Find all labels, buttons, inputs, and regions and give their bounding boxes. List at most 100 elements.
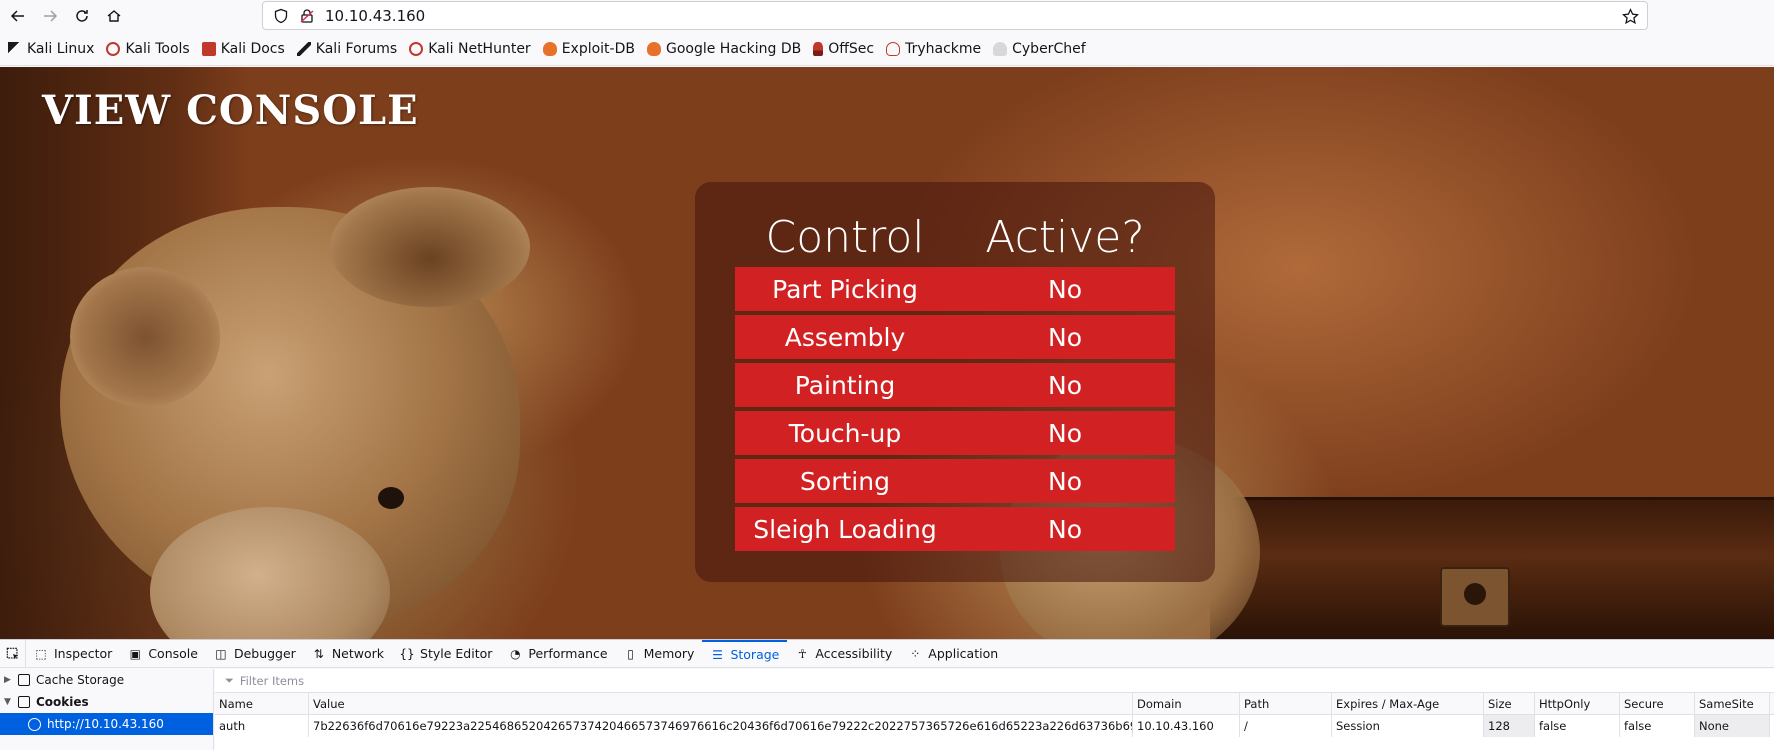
cookie-table-panel: ⏷ Filter Items Name Value Domain Path Ex… — [215, 669, 1774, 750]
table-row[interactable]: auth 7b22636f6d70616e79223a2254686520426… — [215, 715, 1774, 737]
bookmark-label: CyberChef — [1012, 40, 1086, 57]
tab-inspector[interactable]: ⬚ Inspector — [26, 640, 120, 668]
teddy-bear-eye — [378, 487, 404, 509]
url-bar[interactable]: 10.10.43.160 — [262, 1, 1648, 30]
control-name: Sleigh Loading — [753, 514, 937, 544]
control-table: Control Active? Part Picking No Assembly… — [735, 207, 1175, 555]
bookmark-label: Kali Docs — [220, 40, 285, 57]
element-picker-icon — [6, 647, 18, 659]
cookie-value[interactable]: 7b22636f6d70616e79223a225468652042657374… — [309, 715, 1133, 737]
bookmark-cyberchef[interactable]: CyberChef — [993, 41, 1086, 57]
bookmark-label: Kali Tools — [125, 40, 190, 57]
cookie-httponly[interactable]: false — [1535, 715, 1620, 737]
performance-icon: ◔ — [510, 646, 521, 661]
forward-button[interactable] — [36, 2, 64, 30]
cookie-path[interactable]: / — [1240, 715, 1332, 737]
page-content: VIEW CONSOLE Control Active? Part Pickin… — [0, 67, 1774, 639]
sidebar-item-cookie-host[interactable]: http://10.10.43.160 — [0, 713, 213, 735]
tab-label: Storage — [730, 647, 780, 662]
column-header-size[interactable]: Size — [1484, 692, 1535, 715]
bookmark-tryhackme[interactable]: Tryhackme — [886, 41, 981, 57]
tab-network[interactable]: ⇅ Network — [304, 640, 392, 668]
exploit-db-icon — [542, 41, 557, 56]
cookie-name[interactable]: auth — [215, 715, 309, 737]
bookmark-label: Exploit-DB — [561, 40, 635, 57]
cookie-samesite[interactable]: None — [1695, 715, 1770, 737]
chevron-right-icon[interactable]: ▶ — [4, 675, 14, 685]
tab-performance[interactable]: ◔ Performance — [500, 640, 615, 668]
control-status: No — [1048, 514, 1082, 544]
tab-label: Accessibility — [815, 646, 893, 661]
cookie-secure[interactable]: false — [1620, 715, 1695, 737]
bookmarks-bar: Kali Linux Kali Tools Kali Docs Kali For… — [0, 32, 1774, 66]
tab-label: Style Editor — [420, 646, 493, 661]
column-header-control: Control — [765, 212, 925, 263]
column-header-secure[interactable]: Secure — [1620, 692, 1695, 715]
column-header-httponly[interactable]: HttpOnly — [1535, 692, 1620, 715]
bookmark-kali-forums[interactable]: Kali Forums — [296, 40, 398, 57]
bookmark-star-icon[interactable] — [1622, 8, 1639, 25]
bookmark-kali-linux[interactable]: Kali Linux — [8, 41, 94, 57]
suitcase-lock — [1440, 567, 1510, 627]
kali-docs-icon — [201, 41, 216, 56]
sidebar-item-cache-storage[interactable]: ▶ Cache Storage — [0, 669, 213, 691]
cookie-domain[interactable]: 10.10.43.160 — [1133, 715, 1240, 737]
tab-storage[interactable]: ☰ Storage — [702, 639, 788, 668]
control-name: Painting — [794, 370, 896, 400]
control-name: Assembly — [784, 322, 906, 352]
reload-button[interactable] — [68, 2, 96, 30]
teddy-bear-ear — [330, 187, 530, 307]
memory-icon: ▯ — [627, 646, 634, 661]
bookmark-kali-nethunter[interactable]: Kali NetHunter — [409, 41, 531, 57]
sidebar-item-label: Cache Storage — [36, 673, 125, 687]
cookie-table: Name Value Domain Path Expires / Max-Age… — [215, 692, 1774, 737]
storage-icon: ☰ — [712, 647, 723, 662]
tab-style-editor[interactable]: {} Style Editor — [392, 640, 500, 668]
arrow-left-icon — [10, 10, 24, 22]
chevron-down-icon[interactable]: ▼ — [4, 697, 14, 707]
bookmark-label: Kali Forums — [315, 40, 398, 57]
column-header-value[interactable]: Value — [309, 692, 1133, 715]
kali-dragon-icon — [8, 41, 22, 56]
element-picker-button[interactable] — [0, 639, 26, 668]
column-header-name[interactable]: Name — [215, 692, 309, 715]
table-row: Sorting No — [735, 459, 1175, 503]
bookmark-kali-tools[interactable]: Kali Tools — [106, 40, 190, 57]
cookie-expires[interactable]: Session — [1332, 715, 1484, 737]
tab-application[interactable]: ⁘ Application — [900, 640, 1006, 668]
bookmark-kali-docs[interactable]: Kali Docs — [201, 40, 285, 57]
control-name: Sorting — [800, 466, 890, 496]
back-button[interactable] — [4, 2, 32, 30]
control-status: No — [1048, 466, 1082, 496]
url-text: 10.10.43.160 — [325, 6, 426, 25]
tab-accessibility[interactable]: ☥ Accessibility — [787, 640, 900, 668]
offsec-icon — [813, 41, 824, 56]
column-header-expires[interactable]: Expires / Max-Age — [1332, 692, 1484, 715]
application-icon: ⁘ — [910, 646, 921, 661]
insecure-lock-icon[interactable] — [299, 8, 315, 24]
bookmark-exploit-db[interactable]: Exploit-DB — [542, 40, 635, 57]
tab-debugger[interactable]: ◫ Debugger — [206, 640, 304, 668]
filter-items-input[interactable]: ⏷ Filter Items — [215, 669, 1774, 693]
home-icon — [107, 10, 121, 22]
page-title: VIEW CONSOLE — [42, 87, 419, 134]
column-header-domain[interactable]: Domain — [1133, 692, 1240, 715]
column-header-path[interactable]: Path — [1240, 692, 1332, 715]
database-icon — [18, 696, 30, 708]
column-header-samesite[interactable]: SameSite — [1695, 692, 1770, 715]
control-status: No — [1048, 370, 1082, 400]
tab-console[interactable]: ▣ Console — [120, 640, 206, 668]
sidebar-item-cookies[interactable]: ▼ Cookies — [0, 691, 213, 713]
tab-label: Console — [148, 646, 198, 661]
bookmark-offsec[interactable]: OffSec — [813, 41, 874, 57]
home-button[interactable] — [100, 2, 128, 30]
control-status: No — [1048, 322, 1082, 352]
shield-icon[interactable] — [273, 8, 289, 24]
control-status: No — [1048, 418, 1082, 448]
tab-label: Application — [928, 646, 999, 661]
bookmark-ghdb[interactable]: Google Hacking DB — [646, 41, 801, 57]
cyberchef-icon — [993, 41, 1008, 56]
tab-memory[interactable]: ▯ Memory — [616, 640, 703, 668]
control-table-header: Control Active? — [735, 207, 1175, 263]
nethunter-icon — [409, 41, 424, 56]
